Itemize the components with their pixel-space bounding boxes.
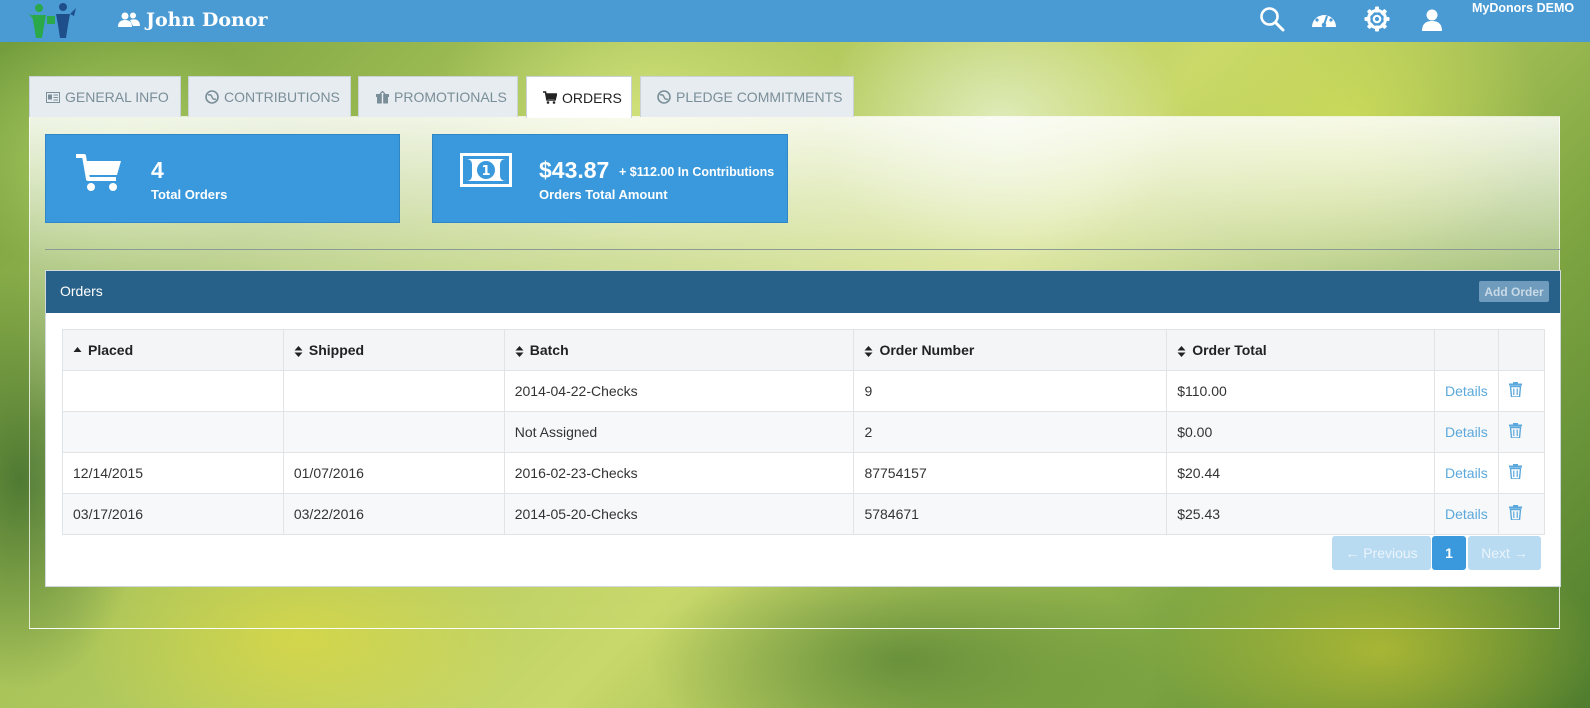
cell-order-total: $20.44 (1166, 452, 1435, 494)
total-orders-box: 4 Total Orders (45, 134, 400, 223)
table-row: 2014-04-22-Checks 9 $110.00 Details (62, 370, 1546, 412)
sort-asc-icon (73, 347, 82, 353)
cell-shipped (282, 370, 505, 412)
dashboard-icon[interactable] (1310, 5, 1338, 33)
tab-label: GENERAL INFO (65, 89, 169, 105)
details-link[interactable]: Details (1445, 383, 1488, 399)
cart-icon (543, 91, 557, 105)
account-label[interactable]: MyDonors DEMO (1472, 1, 1574, 15)
tab-label: ORDERS (562, 89, 622, 106)
details-link[interactable]: Details (1445, 465, 1488, 481)
cell-order-number: 2 (853, 411, 1168, 453)
contributions-extra: + $112.00 In Contributions (619, 165, 775, 179)
cell-batch: 2014-05-20-Checks (503, 493, 855, 535)
cell-order-number: 5784671 (853, 493, 1168, 535)
donor-name: John Donor (146, 9, 268, 31)
total-orders-label: Total Orders (151, 187, 228, 202)
orders-amount-value: $43.87 (539, 157, 610, 183)
globe-icon (205, 90, 219, 104)
column-header-details (1434, 329, 1499, 371)
trash-icon[interactable] (1508, 382, 1522, 397)
user-icon[interactable] (1418, 5, 1446, 33)
table-header-row: Placed Shipped Batch Order Number Order … (62, 329, 1546, 371)
tab-label: PROMOTIONALS (394, 89, 507, 105)
orders-title: Orders (60, 283, 103, 299)
tab-promotionals[interactable]: PROMOTIONALS (358, 76, 518, 117)
trash-icon[interactable] (1508, 505, 1522, 520)
cell-order-total: $25.43 (1166, 493, 1435, 535)
tab-general-info[interactable]: GENERAL INFO (29, 76, 181, 117)
add-order-button[interactable]: Add Order (1479, 281, 1549, 302)
orders-amount-box: 1 $43.87 + $112.00 In Contributions Orde… (432, 134, 788, 223)
details-link[interactable]: Details (1445, 424, 1488, 440)
cart-icon (76, 154, 121, 191)
cell-order-total: $0.00 (1166, 411, 1435, 453)
top-navbar: John Donor MyDonors DEMO (0, 0, 1590, 42)
gear-icon[interactable] (1363, 5, 1391, 33)
table-row: 12/14/2015 01/07/2016 2016-02-23-Checks … (62, 452, 1546, 494)
tab-contributions[interactable]: CONTRIBUTIONS (188, 76, 351, 117)
cell-batch: 2014-04-22-Checks (503, 370, 855, 412)
sort-icon (1177, 345, 1186, 357)
next-page-button[interactable]: Next → (1468, 536, 1541, 570)
sort-icon (864, 345, 873, 357)
orders-table: Placed Shipped Batch Order Number Order … (62, 329, 1546, 535)
users-icon (118, 12, 140, 27)
id-card-icon (46, 90, 60, 104)
details-link[interactable]: Details (1445, 506, 1488, 522)
tab-label: PLEDGE COMMITMENTS (676, 89, 843, 105)
column-header-placed[interactable]: Placed (62, 329, 284, 371)
cell-placed: 03/17/2016 (62, 493, 284, 535)
tab-orders[interactable]: ORDERS (526, 76, 632, 118)
tab-label: CONTRIBUTIONS (224, 89, 340, 105)
svg-text:1: 1 (481, 164, 490, 179)
cell-order-number: 87754157 (853, 452, 1168, 494)
gift-icon (375, 90, 389, 104)
cell-shipped: 01/07/2016 (282, 452, 505, 494)
cell-batch: 2016-02-23-Checks (503, 452, 855, 494)
cell-order-number: 9 (853, 370, 1168, 412)
column-header-order-number[interactable]: Order Number (853, 329, 1168, 371)
column-header-batch[interactable]: Batch (503, 329, 855, 371)
cell-order-total: $110.00 (1166, 370, 1435, 412)
money-icon: 1 (460, 153, 512, 187)
orders-amount-label: Orders Total Amount (539, 187, 668, 202)
trash-icon[interactable] (1508, 464, 1522, 479)
column-header-delete (1497, 329, 1546, 371)
total-orders-value: 4 (151, 157, 164, 183)
column-header-shipped[interactable]: Shipped (282, 329, 505, 371)
orders-card-header: Orders Add Order (46, 271, 1560, 313)
column-header-order-total[interactable]: Order Total (1166, 329, 1435, 371)
sort-icon (294, 345, 303, 357)
cell-shipped: 03/22/2016 (282, 493, 505, 535)
search-icon[interactable] (1258, 5, 1286, 33)
cell-placed (62, 411, 284, 453)
tab-pledge-commitments[interactable]: PLEDGE COMMITMENTS (640, 76, 854, 117)
table-row: Not Assigned 2 $0.00 Details (62, 411, 1546, 453)
globe-icon (657, 90, 671, 104)
cell-batch: Not Assigned (503, 411, 855, 453)
mydonors-logo[interactable] (28, 2, 76, 38)
table-row: 03/17/2016 03/22/2016 2014-05-20-Checks … (62, 493, 1546, 535)
sort-icon (515, 345, 524, 357)
cell-placed: 12/14/2015 (62, 452, 284, 494)
page-1-button[interactable]: 1 (1432, 536, 1466, 570)
previous-page-button[interactable]: ← Previous (1332, 536, 1431, 570)
donor-title: John Donor (118, 6, 268, 34)
trash-icon[interactable] (1508, 423, 1522, 438)
section-divider (45, 249, 1561, 250)
cell-shipped (282, 411, 505, 453)
cell-placed (62, 370, 284, 412)
